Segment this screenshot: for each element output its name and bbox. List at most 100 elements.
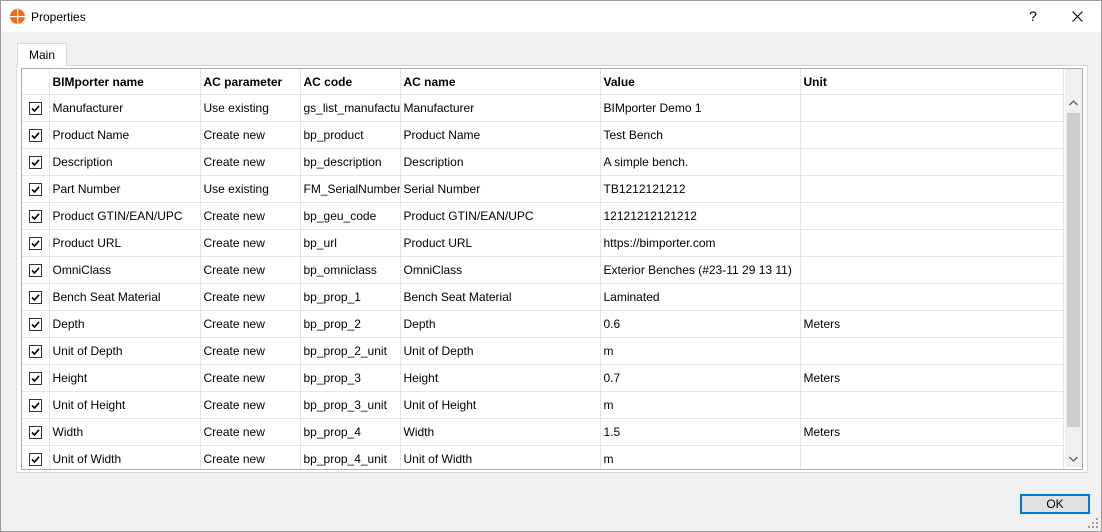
cell-ac-parameter[interactable]: Create new: [200, 202, 301, 230]
cell-bimporter-name[interactable]: Part Number: [49, 175, 201, 203]
row-checkbox[interactable]: [28, 399, 42, 413]
cell-ac-name[interactable]: Product URL: [400, 229, 601, 257]
cell-bimporter-name[interactable]: Unit of Depth: [49, 337, 201, 365]
cell-value[interactable]: Laminated: [600, 283, 801, 311]
table-row[interactable]: Product Name Create new bp_product Product …: [22, 121, 1064, 149]
cell-ac-code[interactable]: bp_description: [300, 148, 401, 176]
cell-value[interactable]: 0.6: [600, 310, 801, 338]
cell-unit[interactable]: [800, 391, 1064, 419]
cell-ac-name[interactable]: Depth: [400, 310, 601, 338]
cell-unit[interactable]: [800, 202, 1064, 230]
cell-ac-name[interactable]: Manufacturer: [400, 94, 601, 122]
row-checkbox[interactable]: [28, 102, 42, 116]
cell-bimporter-name[interactable]: Unit of Height: [49, 391, 201, 419]
row-checkbox[interactable]: [28, 345, 42, 359]
cell-ac-name[interactable]: Unit of Depth: [400, 337, 601, 365]
cell-ac-name[interactable]: Unit of Height: [400, 391, 601, 419]
table-row[interactable]: Width Create new bp_prop_4 Width 1.5 Meters: [22, 418, 1064, 446]
table-row[interactable]: Height Create new bp_prop_3 Height 0.7 Meters: [22, 364, 1064, 392]
cell-ac-name[interactable]: Serial Number: [400, 175, 601, 203]
row-checkbox[interactable]: [28, 129, 42, 143]
cell-ac-parameter[interactable]: Create new: [200, 391, 301, 419]
cell-ac-code[interactable]: bp_product: [300, 121, 401, 149]
cell-bimporter-name[interactable]: Manufacturer: [49, 94, 201, 122]
column-header-ac-name[interactable]: AC name: [400, 69, 601, 95]
cell-ac-parameter[interactable]: Create new: [200, 256, 301, 284]
cell-unit[interactable]: [800, 256, 1064, 284]
cell-unit[interactable]: [800, 445, 1064, 469]
cell-bimporter-name[interactable]: Product GTIN/EAN/UPC: [49, 202, 201, 230]
close-button[interactable]: [1055, 1, 1101, 32]
cell-ac-code[interactable]: FM_SerialNumber: [300, 175, 401, 203]
cell-value[interactable]: BIMporter Demo 1: [600, 94, 801, 122]
cell-ac-parameter[interactable]: Create new: [200, 283, 301, 311]
table-row[interactable]: OmniClass Create new bp_omniclass OmniClass…: [22, 256, 1064, 284]
cell-ac-code[interactable]: bp_prop_2: [300, 310, 401, 338]
cell-ac-parameter[interactable]: Create new: [200, 337, 301, 365]
cell-value[interactable]: m: [600, 391, 801, 419]
column-header-value[interactable]: Value: [600, 69, 801, 95]
cell-value[interactable]: TB1212121212: [600, 175, 801, 203]
cell-value[interactable]: 12121212121212: [600, 202, 801, 230]
cell-ac-code[interactable]: bp_prop_2_unit: [300, 337, 401, 365]
row-checkbox[interactable]: [28, 264, 42, 278]
cell-unit[interactable]: [800, 229, 1064, 257]
cell-ac-name[interactable]: Description: [400, 148, 601, 176]
cell-unit[interactable]: [800, 94, 1064, 122]
row-checkbox[interactable]: [28, 318, 42, 332]
cell-bimporter-name[interactable]: Height: [49, 364, 201, 392]
cell-bimporter-name[interactable]: Unit of Width: [49, 445, 201, 469]
cell-ac-name[interactable]: OmniClass: [400, 256, 601, 284]
cell-value[interactable]: A simple bench.: [600, 148, 801, 176]
cell-unit[interactable]: Meters: [800, 364, 1064, 392]
help-button[interactable]: ?: [1011, 1, 1055, 32]
column-header-unit[interactable]: Unit: [800, 69, 1064, 95]
cell-unit[interactable]: [800, 283, 1064, 311]
cell-bimporter-name[interactable]: Description: [49, 148, 201, 176]
cell-value[interactable]: https://bimporter.com: [600, 229, 801, 257]
cell-ac-name[interactable]: Unit of Width: [400, 445, 601, 469]
cell-ac-parameter[interactable]: Create new: [200, 364, 301, 392]
cell-unit[interactable]: Meters: [800, 310, 1064, 338]
row-checkbox[interactable]: [28, 453, 42, 467]
cell-unit[interactable]: [800, 148, 1064, 176]
cell-ac-code[interactable]: bp_prop_4: [300, 418, 401, 446]
row-checkbox[interactable]: [28, 237, 42, 251]
cell-bimporter-name[interactable]: Depth: [49, 310, 201, 338]
column-header-ac-code[interactable]: AC code: [300, 69, 401, 95]
column-header-ac-parameter[interactable]: AC parameter: [200, 69, 301, 95]
cell-ac-parameter[interactable]: Create new: [200, 148, 301, 176]
cell-bimporter-name[interactable]: OmniClass: [49, 256, 201, 284]
cell-unit[interactable]: [800, 337, 1064, 365]
table-row[interactable]: Unit of Width Create new bp_prop_4_unit Uni…: [22, 445, 1064, 469]
cell-unit[interactable]: [800, 175, 1064, 203]
row-checkbox[interactable]: [28, 183, 42, 197]
table-row[interactable]: Part Number Use existing FM_SerialNumber Se…: [22, 175, 1064, 203]
scroll-down-icon[interactable]: [1065, 451, 1082, 467]
table-row[interactable]: Bench Seat Material Create new bp_prop_1 Be…: [22, 283, 1064, 311]
cell-ac-parameter[interactable]: Create new: [200, 445, 301, 469]
column-header-check[interactable]: [22, 69, 50, 95]
tab-main[interactable]: Main: [17, 43, 67, 66]
cell-ac-code[interactable]: bp_omniclass: [300, 256, 401, 284]
cell-ac-parameter[interactable]: Create new: [200, 418, 301, 446]
cell-value[interactable]: 0.7: [600, 364, 801, 392]
cell-ac-code[interactable]: bp_prop_1: [300, 283, 401, 311]
cell-ac-parameter[interactable]: Create new: [200, 121, 301, 149]
cell-ac-name[interactable]: Product GTIN/EAN/UPC: [400, 202, 601, 230]
row-checkbox[interactable]: [28, 210, 42, 224]
cell-unit[interactable]: Meters: [800, 418, 1064, 446]
vertical-scrollbar[interactable]: [1065, 69, 1082, 467]
table-row[interactable]: Depth Create new bp_prop_2 Depth 0.6 Meters: [22, 310, 1064, 338]
title-bar[interactable]: Properties ?: [1, 1, 1101, 32]
row-checkbox[interactable]: [28, 426, 42, 440]
table-row[interactable]: Product GTIN/EAN/UPC Create new bp_geu_cod…: [22, 202, 1064, 230]
table-row[interactable]: Unit of Depth Create new bp_prop_2_unit Uni…: [22, 337, 1064, 365]
cell-bimporter-name[interactable]: Product URL: [49, 229, 201, 257]
cell-ac-name[interactable]: Bench Seat Material: [400, 283, 601, 311]
scrollbar-thumb[interactable]: [1067, 113, 1080, 427]
cell-bimporter-name[interactable]: Bench Seat Material: [49, 283, 201, 311]
cell-ac-parameter[interactable]: Create new: [200, 229, 301, 257]
row-checkbox[interactable]: [28, 156, 42, 170]
cell-ac-parameter[interactable]: Create new: [200, 310, 301, 338]
